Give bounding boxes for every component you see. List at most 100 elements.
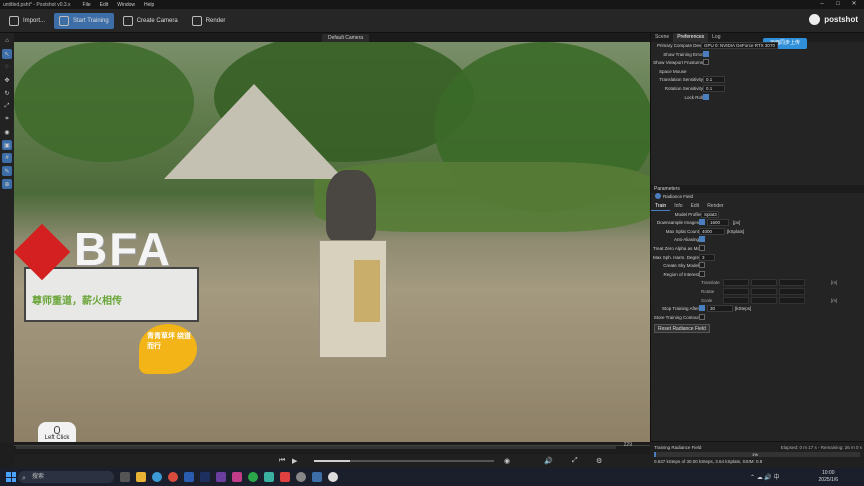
- viewport-frustums-checkbox[interactable]: [703, 59, 709, 66]
- tab-log[interactable]: Log: [708, 33, 724, 42]
- system-tray-icons[interactable]: ⌃ ☁ 🔊 中: [750, 472, 780, 481]
- stop-training-checkbox[interactable]: [699, 305, 705, 312]
- menu-file[interactable]: File: [83, 2, 91, 8]
- skip-start-icon[interactable]: ⏮: [279, 457, 285, 465]
- home-icon[interactable]: ⌂: [2, 36, 12, 46]
- 3d-viewport[interactable]: BFA 尊师重道，薪火相传 青青草坪 绕道而行 Left Click: [14, 42, 650, 442]
- taskbar-clock[interactable]: 10:00 2025/1/6: [819, 470, 838, 484]
- app-icon-2[interactable]: [216, 472, 226, 482]
- tab-default-camera[interactable]: Default Camera: [322, 34, 370, 42]
- left-click-indicator: Left Click: [38, 422, 76, 442]
- roi-scale-z[interactable]: [779, 296, 805, 304]
- import-button[interactable]: Import...: [4, 13, 50, 29]
- menu-edit[interactable]: Edit: [100, 2, 109, 8]
- camera-icon: [122, 15, 133, 26]
- eye-icon[interactable]: ◉: [2, 127, 12, 137]
- viewport-frustums-label: Show Viewport Frustums: [653, 60, 703, 66]
- roi-rotate-y[interactable]: [751, 287, 777, 295]
- measure-tool-icon[interactable]: ⊕: [2, 179, 12, 189]
- app-icon-4[interactable]: [264, 472, 274, 482]
- file-explorer-icon[interactable]: [136, 472, 146, 482]
- roi-translate-z[interactable]: [779, 279, 805, 287]
- crop-tool-icon[interactable]: ⌗: [2, 114, 12, 124]
- downsample-input[interactable]: 1600: [707, 219, 729, 227]
- rotation-sensitivity-input[interactable]: 0.1: [703, 84, 725, 92]
- downsample-checkbox[interactable]: [699, 219, 705, 226]
- reset-radiance-field-button[interactable]: Reset Radiance Field: [654, 324, 710, 334]
- close-icon[interactable]: ✕: [846, 0, 862, 9]
- menu-window[interactable]: Window: [117, 2, 135, 8]
- space-mouse-label[interactable]: Space Mouse: [659, 69, 687, 74]
- browser-icon[interactable]: [152, 472, 162, 482]
- camera-view-icon[interactable]: ▣: [2, 140, 12, 150]
- chrome-icon[interactable]: [168, 472, 178, 482]
- postshot-taskbar-icon[interactable]: [312, 472, 322, 482]
- settings-icon[interactable]: ⚙: [596, 457, 602, 465]
- downsample-label: Downsample Images: [656, 220, 699, 226]
- app-icon-6[interactable]: [296, 472, 306, 482]
- photoshop-icon[interactable]: [184, 472, 194, 482]
- radiance-field-radio[interactable]: [655, 193, 661, 199]
- wechat-icon[interactable]: [248, 472, 258, 482]
- windows-start-icon[interactable]: [6, 472, 16, 482]
- roi-translate-y[interactable]: [751, 279, 777, 287]
- subtab-info[interactable]: Info: [670, 202, 686, 211]
- stop-training-input[interactable]: 30: [707, 305, 733, 313]
- rotate-tool-icon[interactable]: ↻: [2, 88, 12, 98]
- app-icon-3[interactable]: [232, 472, 242, 482]
- tab-scene[interactable]: Scene: [651, 33, 673, 42]
- roi-scale-x[interactable]: [723, 296, 749, 304]
- lasso-tool-icon[interactable]: ◌: [2, 62, 12, 72]
- subtab-edit[interactable]: Edit: [687, 202, 704, 211]
- left-tool-strip: ⌂ ↖ ◌ ✥ ↻ ⤢ ⌗ ◉ ▣ # ✎ ⊕: [0, 33, 14, 443]
- play-icon[interactable]: ▶: [292, 457, 297, 465]
- move-tool-icon[interactable]: ✥: [2, 75, 12, 85]
- fullscreen-icon[interactable]: ⤢: [572, 457, 578, 465]
- show-training-error-checkbox[interactable]: [703, 50, 709, 57]
- task-view-icon[interactable]: [120, 472, 130, 482]
- roi-rotate-z[interactable]: [779, 287, 805, 295]
- volume-icon[interactable]: 🔊: [544, 457, 553, 465]
- pyramid-structure: [164, 84, 344, 179]
- lock-roll-checkbox[interactable]: [703, 93, 709, 100]
- render-button[interactable]: Render: [187, 13, 231, 29]
- playback-progress-fill: [314, 460, 350, 462]
- timeline[interactable]: 229: [14, 442, 650, 454]
- subtab-train[interactable]: Train: [651, 202, 671, 211]
- model-profile-label: Model Profile: [674, 211, 701, 217]
- roi-scale-y[interactable]: [751, 296, 777, 304]
- roi-rotate-x[interactable]: [723, 287, 749, 295]
- viewport-tab-strip: Default Camera: [14, 33, 650, 42]
- anti-aliasing-checkbox[interactable]: [699, 236, 705, 243]
- create-camera-button[interactable]: Create Camera: [118, 13, 183, 29]
- playback-progress[interactable]: [314, 460, 494, 462]
- pref-row: Translation Sensitivity 0.1: [651, 76, 864, 85]
- grid-toggle-icon[interactable]: #: [2, 153, 12, 163]
- max-splat-input[interactable]: 4000: [699, 227, 725, 235]
- max-sph-input[interactable]: 3: [699, 253, 715, 261]
- brush-tool-icon[interactable]: ✎: [2, 166, 12, 176]
- maximize-icon[interactable]: □: [830, 0, 846, 9]
- subtab-render[interactable]: Render: [703, 202, 727, 211]
- minimize-icon[interactable]: –: [814, 0, 830, 9]
- app-icon-1[interactable]: [200, 472, 210, 482]
- treat-zero-alpha-checkbox[interactable]: [699, 244, 705, 251]
- param-row: Model Profile Splat3: [651, 210, 864, 220]
- taskbar-search[interactable]: ⌕ 搜索: [18, 471, 114, 483]
- scale-tool-icon[interactable]: ⤢: [2, 101, 12, 111]
- roi-translate-x[interactable]: [723, 279, 749, 287]
- start-training-button[interactable]: Start Training: [54, 12, 114, 29]
- timeline-track[interactable]: [16, 446, 616, 449]
- create-sky-checkbox[interactable]: [699, 262, 705, 269]
- primary-compute-select[interactable]: GPU 0: NVIDIA GeForce RTX 3070: [701, 42, 778, 49]
- tab-preferences[interactable]: Preferences: [673, 33, 709, 42]
- app-icon-5[interactable]: [280, 472, 290, 482]
- menu-help[interactable]: Help: [144, 2, 154, 8]
- app-icon-7[interactable]: [328, 472, 338, 482]
- select-tool-icon[interactable]: ↖: [2, 49, 12, 59]
- roi-checkbox[interactable]: [699, 270, 705, 277]
- record-icon[interactable]: ◉: [504, 457, 510, 465]
- translation-sensitivity-input[interactable]: 0.1: [703, 76, 725, 84]
- model-profile-select[interactable]: Splat3: [701, 210, 719, 218]
- store-contour-checkbox[interactable]: [699, 313, 705, 320]
